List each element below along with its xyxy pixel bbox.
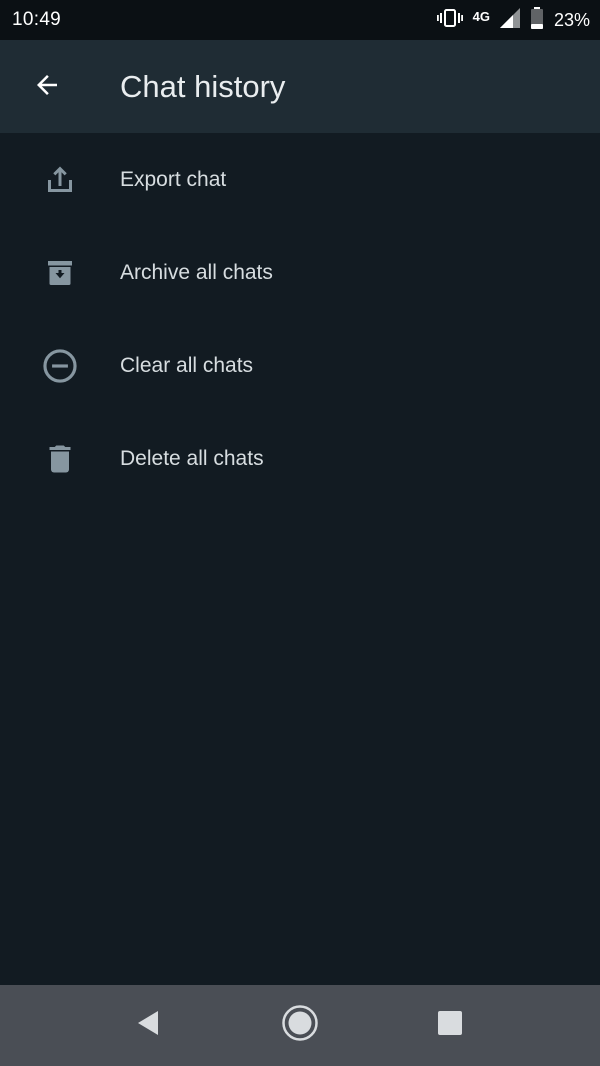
- menu-item-label: Export chat: [120, 167, 227, 191]
- menu-item-archive-all-chats[interactable]: Archive all chats: [0, 226, 600, 319]
- page-title: Chat history: [120, 69, 286, 104]
- nav-back-button[interactable]: [128, 1005, 168, 1045]
- nav-home-icon: [281, 1004, 319, 1047]
- network-type: 4G: [472, 8, 490, 24]
- vibrate-icon: [436, 8, 463, 33]
- signal-icon: [499, 7, 520, 33]
- status-time: 10:49: [12, 9, 62, 30]
- nav-recents-button[interactable]: [430, 1005, 470, 1045]
- menu-item-label: Archive all chats: [120, 260, 273, 284]
- nav-recents-icon: [436, 1009, 464, 1042]
- upload-icon: [40, 160, 80, 200]
- minus-circle-icon: [40, 346, 80, 386]
- system-nav-bar: [0, 985, 600, 1066]
- menu-item-label: Delete all chats: [120, 446, 264, 470]
- nav-home-button[interactable]: [280, 1004, 320, 1047]
- menu-item-label: Clear all chats: [120, 353, 254, 377]
- menu-item-delete-all-chats[interactable]: Delete all chats: [0, 412, 600, 505]
- battery-icon: [530, 6, 544, 34]
- back-button[interactable]: [22, 62, 72, 112]
- menu-item-export-chat[interactable]: Export chat: [0, 133, 600, 226]
- nav-back-icon: [134, 1009, 162, 1042]
- arrow-left-icon: [32, 70, 62, 105]
- archive-icon: [40, 253, 80, 293]
- status-bar: 10:49 4G 23%: [0, 0, 600, 40]
- chat-history-menu: Export chat Archive all chats Clear all …: [0, 133, 600, 505]
- app-bar: Chat history: [0, 40, 600, 133]
- battery-percent: 23%: [553, 9, 590, 30]
- trash-icon: [40, 439, 80, 479]
- menu-item-clear-all-chats[interactable]: Clear all chats: [0, 319, 600, 412]
- status-icons: 4G 23%: [436, 6, 590, 34]
